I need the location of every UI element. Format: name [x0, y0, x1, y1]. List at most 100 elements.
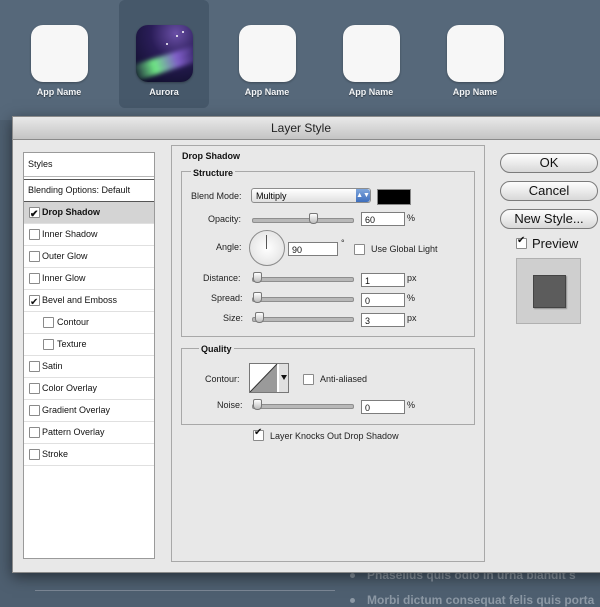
bevel-emboss-checkbox[interactable]	[29, 292, 40, 313]
styles-list: Styles Blending Options: Default Drop Sh…	[23, 152, 155, 559]
spread-slider[interactable]	[252, 292, 354, 303]
shadow-color-swatch[interactable]	[377, 189, 411, 205]
noise-input[interactable]: 0	[361, 400, 405, 414]
blank-app-icon	[447, 25, 504, 82]
spread-unit: %	[407, 293, 416, 303]
new-style-button[interactable]: New Style...	[500, 209, 598, 229]
noise-unit: %	[407, 400, 416, 410]
texture-checkbox[interactable]	[43, 339, 54, 350]
effect-stroke[interactable]: Stroke	[24, 444, 154, 466]
cancel-button[interactable]: Cancel	[500, 181, 598, 201]
effect-inner-shadow[interactable]: Inner Shadow	[24, 224, 154, 246]
app-tile[interactable]: App Name	[222, 0, 312, 108]
preview-thumbnail	[516, 258, 581, 324]
effect-gradient-overlay[interactable]: Gradient Overlay	[24, 400, 154, 422]
contour-curve-icon	[250, 364, 288, 392]
opacity-input[interactable]: 60	[361, 212, 405, 226]
drop-shadow-checkbox[interactable]	[29, 204, 40, 225]
styles-header[interactable]: Styles	[24, 153, 154, 177]
structure-title: Structure	[191, 168, 236, 178]
spread-label: Spread:	[211, 293, 243, 303]
outer-glow-checkbox[interactable]	[29, 251, 40, 262]
dialog-titlebar[interactable]: Layer Style	[13, 117, 600, 140]
angle-label: Angle:	[216, 242, 242, 252]
knockout-label: Layer Knocks Out Drop Shadow	[270, 431, 399, 441]
stroke-checkbox[interactable]	[29, 449, 40, 460]
size-input[interactable]: 3	[361, 313, 405, 327]
effect-inner-glow[interactable]: Inner Glow	[24, 268, 154, 290]
app-icon-strip: App Name Aurora App Name App Name App Na…	[0, 0, 600, 120]
opacity-slider[interactable]	[252, 213, 354, 224]
effect-outer-glow[interactable]: Outer Glow	[24, 246, 154, 268]
app-tile[interactable]: App Name	[14, 0, 104, 108]
app-tile[interactable]: App Name	[430, 0, 520, 108]
drop-shadow-panel: Drop Shadow Structure Blend Mode: Multip…	[171, 145, 485, 562]
spread-input[interactable]: 0	[361, 293, 405, 307]
app-name-label: Aurora	[149, 87, 179, 97]
app-tile[interactable]: App Name	[326, 0, 416, 108]
angle-input[interactable]: 90	[288, 242, 338, 256]
noise-slider[interactable]	[252, 399, 354, 410]
knockout-checkbox[interactable]	[253, 427, 264, 441]
contour-picker[interactable]	[249, 363, 289, 393]
use-global-light-label: Use Global Light	[371, 244, 438, 254]
aurora-app-icon	[136, 25, 193, 82]
layer-style-dialog: Layer Style Styles Blending Options: Def…	[12, 116, 600, 573]
preview-square	[533, 275, 566, 308]
spread-slider-thumb[interactable]	[253, 292, 262, 303]
effect-bevel-emboss[interactable]: Bevel and Emboss	[24, 290, 154, 313]
effect-color-overlay[interactable]: Color Overlay	[24, 378, 154, 400]
contour-label: Contour:	[205, 374, 240, 384]
inner-shadow-checkbox[interactable]	[29, 229, 40, 240]
quality-title: Quality	[199, 344, 234, 354]
preview-checkbox[interactable]	[516, 235, 527, 249]
noise-slider-thumb[interactable]	[253, 399, 262, 410]
blending-options-item[interactable]: Blending Options: Default	[24, 180, 154, 202]
app-tile-aurora[interactable]: Aurora	[119, 0, 209, 108]
angle-dial[interactable]	[249, 230, 285, 266]
gradient-overlay-checkbox[interactable]	[29, 405, 40, 416]
use-global-light-checkbox[interactable]	[354, 244, 365, 255]
noise-label: Noise:	[217, 400, 243, 410]
panel-title: Drop Shadow	[180, 151, 242, 161]
distance-slider[interactable]	[252, 272, 354, 283]
blank-app-icon	[239, 25, 296, 82]
color-overlay-checkbox[interactable]	[29, 383, 40, 394]
angle-unit: °	[341, 238, 345, 248]
distance-input[interactable]: 1	[361, 273, 405, 287]
size-unit: px	[407, 313, 417, 323]
inner-glow-checkbox[interactable]	[29, 273, 40, 284]
app-name-label: App Name	[452, 87, 498, 97]
satin-checkbox[interactable]	[29, 361, 40, 372]
size-slider-thumb[interactable]	[255, 312, 264, 323]
opacity-slider-thumb[interactable]	[309, 213, 318, 224]
ok-button[interactable]: OK	[500, 153, 598, 173]
structure-group: Structure Blend Mode: Multiply ▲▼ Opacit…	[181, 168, 475, 337]
chevron-updown-icon: ▲▼	[356, 189, 370, 202]
opacity-unit: %	[407, 213, 416, 223]
effect-pattern-overlay[interactable]: Pattern Overlay	[24, 422, 154, 444]
anti-aliased-label: Anti-aliased	[320, 374, 368, 384]
blank-app-icon	[31, 25, 88, 82]
opacity-label: Opacity:	[208, 214, 242, 224]
size-label: Size:	[223, 313, 244, 323]
effect-drop-shadow[interactable]: Drop Shadow	[24, 202, 154, 225]
quality-group: Quality Contour: Anti-aliased Noise: 0 %	[181, 344, 475, 425]
app-name-label: App Name	[348, 87, 394, 97]
blend-mode-select[interactable]: Multiply ▲▼	[251, 188, 371, 203]
distance-slider-thumb[interactable]	[253, 272, 262, 283]
blank-app-icon	[343, 25, 400, 82]
contour-checkbox[interactable]	[43, 317, 54, 328]
anti-aliased-checkbox[interactable]	[303, 374, 314, 385]
effect-contour[interactable]: Contour	[24, 312, 154, 334]
size-slider[interactable]	[252, 312, 354, 323]
effect-satin[interactable]: Satin	[24, 356, 154, 378]
effect-texture[interactable]: Texture	[24, 334, 154, 356]
pattern-overlay-checkbox[interactable]	[29, 427, 40, 438]
background-divider	[35, 590, 335, 591]
app-name-label: App Name	[244, 87, 290, 97]
distance-label: Distance:	[203, 273, 241, 283]
blend-mode-label: Blend Mode:	[191, 191, 242, 201]
distance-unit: px	[407, 273, 417, 283]
bullet-item: Morbi dictum consequat felis quis porta	[350, 593, 594, 607]
